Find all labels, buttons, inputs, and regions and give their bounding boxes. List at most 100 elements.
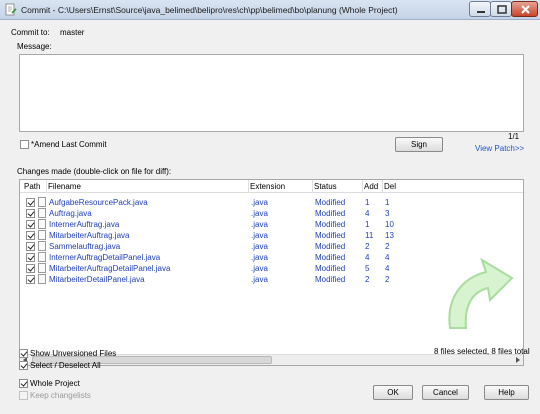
extension-cell: .java: [251, 209, 268, 218]
filename-cell: Sammelauftrag.java: [49, 242, 121, 251]
column-separator: [46, 180, 47, 193]
file-icon: [38, 252, 46, 262]
window-title: Commit - C:\Users\Ernst\Source\java_beli…: [21, 5, 398, 15]
column-separator: [312, 180, 313, 193]
minimize-icon: [477, 11, 485, 13]
add-cell: 11: [365, 231, 374, 240]
selection-summary: 8 files selected, 8 files total: [434, 347, 530, 356]
status-cell: Modified: [315, 198, 346, 207]
row-checkbox[interactable]: [26, 198, 35, 207]
row-checkbox[interactable]: [26, 264, 35, 273]
status-cell: Modified: [315, 209, 346, 218]
status-cell: Modified: [315, 253, 346, 262]
row-checkbox[interactable]: [26, 253, 35, 262]
maximize-button[interactable]: [490, 1, 512, 17]
extension-cell: .java: [251, 253, 268, 262]
file-icon: [38, 230, 46, 240]
extension-cell: .java: [251, 198, 268, 207]
page-counter: 1/1: [508, 132, 520, 141]
row-checkbox[interactable]: [26, 220, 35, 229]
extension-cell: .java: [251, 264, 268, 273]
table-row[interactable]: InternerAuftrag.java .java Modified 1 10: [20, 219, 523, 230]
del-cell: 10: [385, 220, 394, 229]
whole-project-label: Whole Project: [30, 379, 80, 388]
del-cell: 4: [385, 253, 390, 262]
column-filename[interactable]: Filename: [48, 182, 81, 191]
commit-to-label: Commit to:: [11, 28, 50, 37]
commit-dialog: Commit to: master Message: *Amend Last C…: [5, 21, 535, 410]
column-separator: [382, 180, 383, 193]
column-status[interactable]: Status: [314, 182, 337, 191]
maximize-icon: [497, 5, 507, 14]
commit-arrow-icon: [448, 257, 514, 329]
file-icon: [38, 208, 46, 218]
file-icon: [38, 219, 46, 229]
amend-checkbox[interactable]: [20, 140, 29, 149]
row-checkbox[interactable]: [26, 231, 35, 240]
status-cell: Modified: [315, 242, 346, 251]
sign-button[interactable]: Sign: [395, 137, 443, 152]
column-path[interactable]: Path: [24, 182, 40, 191]
status-cell: Modified: [315, 220, 346, 229]
extension-cell: .java: [251, 242, 268, 251]
status-cell: Modified: [315, 275, 346, 284]
add-cell: 5: [365, 264, 370, 273]
del-cell: 2: [385, 242, 390, 251]
add-cell: 2: [365, 242, 370, 251]
row-checkbox[interactable]: [26, 209, 35, 218]
file-icon: [38, 274, 46, 284]
del-cell: 1: [385, 198, 390, 207]
ok-button[interactable]: OK: [373, 385, 413, 400]
title-bar[interactable]: Commit - C:\Users\Ernst\Source\java_beli…: [0, 0, 540, 20]
table-row[interactable]: Auftrag.java .java Modified 4 3: [20, 208, 523, 219]
filename-cell: MitarbeiterDetailPanel.java: [49, 275, 145, 284]
row-checkbox[interactable]: [26, 242, 35, 251]
column-separator: [248, 180, 249, 193]
extension-cell: .java: [251, 231, 268, 240]
file-icon: [38, 263, 46, 273]
add-cell: 4: [365, 253, 370, 262]
filename-cell: Auftrag.java: [49, 209, 92, 218]
keep-changelists-checkbox[interactable]: [19, 391, 28, 400]
show-unversioned-checkbox[interactable]: [19, 349, 28, 358]
column-add[interactable]: Add: [364, 182, 378, 191]
amend-label: *Amend Last Commit: [31, 140, 107, 149]
show-unversioned-label: Show Unversioned Files: [30, 349, 117, 358]
table-row[interactable]: MitarbeiterAuftrag.java .java Modified 1…: [20, 230, 523, 241]
cancel-button[interactable]: Cancel: [422, 385, 469, 400]
message-label: Message:: [17, 42, 52, 51]
add-cell: 1: [365, 220, 370, 229]
add-cell: 2: [365, 275, 370, 284]
message-input[interactable]: [19, 54, 524, 132]
list-header: Path Filename Extension Status Add Del: [20, 180, 523, 193]
close-icon: [521, 5, 530, 14]
filename-cell: InternerAuftragDetailPanel.java: [49, 253, 161, 262]
column-separator: [362, 180, 363, 193]
close-button[interactable]: [511, 1, 538, 17]
extension-cell: .java: [251, 220, 268, 229]
select-all-label: Select / Deselect All: [30, 361, 101, 370]
del-cell: 2: [385, 275, 390, 284]
row-checkbox[interactable]: [26, 275, 35, 284]
changes-list[interactable]: Path Filename Extension Status Add Del A…: [19, 179, 524, 366]
view-patch-link[interactable]: View Patch>>: [475, 144, 524, 153]
help-button[interactable]: Help: [484, 385, 529, 400]
file-icon: [38, 197, 46, 207]
filename-cell: InternerAuftrag.java: [49, 220, 120, 229]
minimize-button[interactable]: [469, 1, 491, 17]
extension-cell: .java: [251, 275, 268, 284]
filename-cell: MitarbeiterAuftragDetailPanel.java: [49, 264, 171, 273]
column-del[interactable]: Del: [384, 182, 396, 191]
add-cell: 1: [365, 198, 370, 207]
changes-label: Changes made (double-click on file for d…: [17, 167, 172, 176]
file-icon: [38, 241, 46, 251]
whole-project-checkbox[interactable]: [19, 379, 28, 388]
del-cell: 4: [385, 264, 390, 273]
status-cell: Modified: [315, 264, 346, 273]
filename-cell: MitarbeiterAuftrag.java: [49, 231, 130, 240]
select-all-checkbox[interactable]: [19, 361, 28, 370]
column-extension[interactable]: Extension: [250, 182, 285, 191]
table-row[interactable]: AufgabeResourcePack.java .java Modified …: [20, 197, 523, 208]
branch-name: master: [60, 28, 85, 37]
scroll-right-icon[interactable]: [512, 355, 523, 365]
